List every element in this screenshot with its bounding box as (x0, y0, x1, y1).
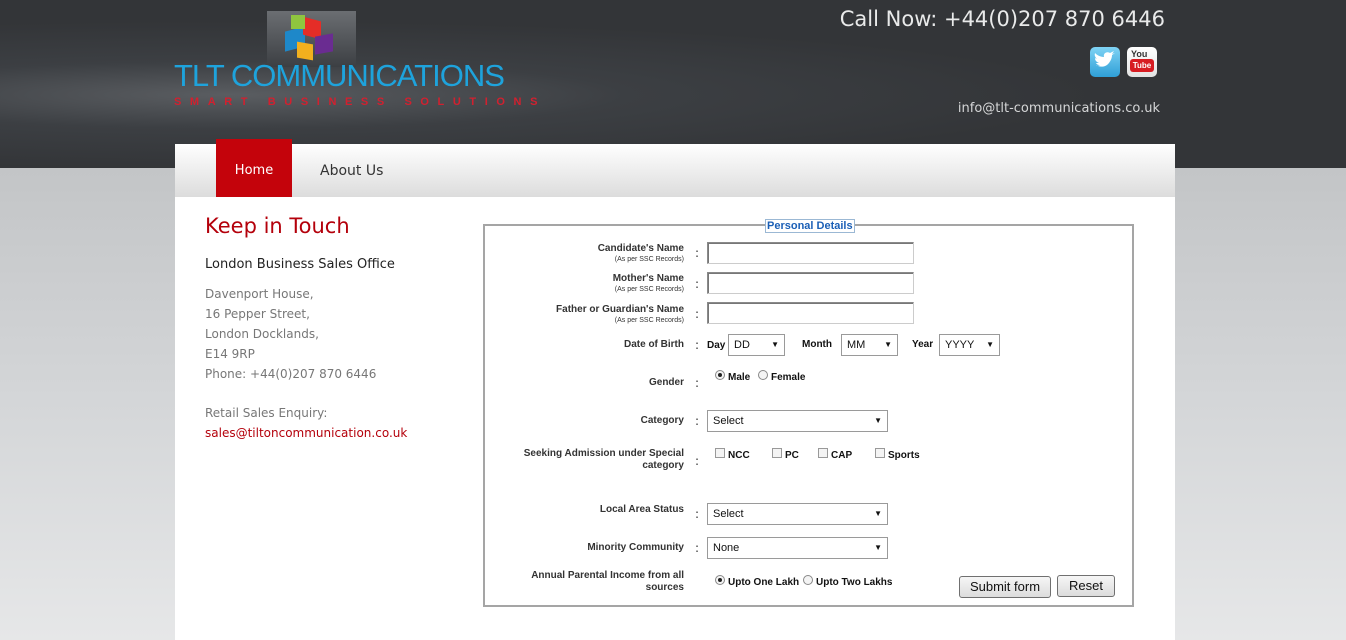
dob-day-label: Day (707, 340, 726, 351)
retail-email-link[interactable]: sales@tiltoncommunication.co.uk (205, 426, 407, 440)
sports-label: Sports (888, 450, 920, 461)
candidate-name-note: (As per SSC Records) (614, 256, 684, 263)
nav-item-about-us[interactable]: About Us (320, 144, 383, 197)
dob-month-select[interactable]: MM ▼ (841, 334, 898, 356)
youtube-icon[interactable]: You Tube (1127, 47, 1157, 77)
income-one-lakh-radio[interactable] (715, 575, 725, 585)
minority-select[interactable]: None ▼ (707, 537, 888, 559)
submit-button[interactable]: Submit form (959, 576, 1051, 598)
dob-year-label: Year (912, 339, 934, 350)
youtube-icon-top: You (1131, 49, 1148, 59)
main-content: Keep in Touch London Business Sales Offi… (175, 197, 1175, 640)
office-name: London Business Sales Office (205, 257, 395, 272)
address-line: Davenport House, (205, 287, 314, 301)
gender-male-radio[interactable] (715, 370, 725, 380)
cap-label: CAP (831, 450, 853, 461)
gender-label: Gender (648, 377, 684, 388)
call-now-text: Call Now: +44(0)207 870 6446 (839, 7, 1165, 31)
gender-female-radio[interactable] (758, 370, 768, 380)
reset-button[interactable]: Reset (1057, 575, 1115, 597)
dob-label: Date of Birth (624, 339, 684, 350)
dob-day-value: DD (734, 339, 750, 351)
phone-line: Phone: +44(0)207 870 6446 (205, 367, 377, 381)
father-name-label: Father or Guardian's Name (As per SSC Re… (556, 304, 684, 325)
pc-checkbox[interactable] (772, 448, 782, 458)
youtube-icon-bottom: Tube (1130, 59, 1154, 72)
colon: : (695, 454, 700, 468)
main-nav: Home About Us (175, 139, 1175, 197)
minority-value: None (713, 542, 740, 554)
contact-title: Keep in Touch (205, 214, 350, 238)
form-legend: Personal Details (765, 219, 855, 233)
category-select[interactable]: Select ▼ (707, 410, 888, 432)
twitter-icon[interactable] (1090, 47, 1120, 77)
colon: : (695, 277, 700, 291)
colon: : (695, 541, 700, 555)
local-area-value: Select (713, 508, 744, 520)
minority-label: Minority Community (587, 542, 684, 553)
colon: : (695, 307, 700, 321)
header-email-link[interactable]: info@tlt-communications.co.uk (958, 101, 1160, 116)
special-category-label-line1: Seeking Admission under Special (523, 448, 684, 459)
ncc-label: NCC (728, 450, 750, 461)
mother-name-label-text: Mother's Name (612, 273, 684, 284)
dob-year-value: YYYY (945, 339, 975, 351)
retail-label: Retail Sales Enquiry: (205, 406, 328, 420)
father-name-label-text: Father or Guardian's Name (556, 304, 684, 315)
header-bar: TLT COMMUNICATIONS SMART BUSINESS SOLUTI… (0, 0, 1346, 168)
local-area-label: Local Area Status (599, 504, 684, 515)
colon: : (695, 507, 700, 521)
brand-tagline: SMART BUSINESS SOLUTIONS (174, 96, 547, 108)
nav-item-home[interactable]: Home (216, 139, 292, 197)
chevron-down-icon: ▼ (874, 416, 882, 425)
category-value: Select (713, 415, 744, 427)
income-two-lakhs-label: Upto Two Lakhs (816, 577, 893, 588)
dob-month-value: MM (847, 339, 866, 351)
chevron-down-icon: ▼ (771, 340, 779, 349)
dob-year-select[interactable]: YYYY ▼ (939, 334, 1000, 356)
candidate-name-label-text: Candidate's Name (597, 243, 684, 254)
income-label-line2: sources (645, 582, 684, 593)
father-name-input[interactable] (707, 302, 914, 324)
income-two-lakhs-radio[interactable] (803, 575, 813, 585)
candidate-name-input[interactable] (707, 242, 914, 264)
chevron-down-icon: ▼ (874, 509, 882, 518)
address-line: London Docklands, (205, 327, 319, 341)
income-one-lakh-label: Upto One Lakh (728, 577, 800, 588)
brand-logo-text[interactable]: TLT COMMUNICATIONS (174, 58, 505, 94)
mother-name-input[interactable] (707, 272, 914, 294)
dob-month-label: Month (802, 339, 832, 350)
chevron-down-icon: ▼ (874, 543, 882, 552)
dob-day-select[interactable]: DD ▼ (728, 334, 785, 356)
colon: : (695, 376, 700, 390)
income-label-line1: Annual Parental Income from all (531, 570, 684, 581)
candidate-name-label: Candidate's Name (As per SSC Records) (598, 243, 684, 264)
colon: : (695, 246, 700, 260)
mother-name-label: Mother's Name (As per SSC Records) (613, 273, 684, 294)
address-line: 16 Pepper Street, (205, 307, 310, 321)
special-category-label: Seeking Admission under Special category (524, 448, 684, 472)
cap-checkbox[interactable] (818, 448, 828, 458)
mother-name-note: (As per SSC Records) (614, 286, 684, 293)
special-category-label-line2: category (642, 460, 684, 471)
gender-female-label: Female (771, 372, 806, 383)
income-label: Annual Parental Income from all sources (531, 570, 684, 594)
colon: : (695, 414, 700, 428)
personal-details-form: Personal Details Candidate's Name (As pe… (483, 219, 1134, 607)
pc-label: PC (785, 450, 799, 461)
chevron-down-icon: ▼ (884, 340, 892, 349)
chevron-down-icon: ▼ (986, 340, 994, 349)
category-label: Category (640, 415, 684, 426)
address-line: E14 9RP (205, 347, 255, 361)
local-area-select[interactable]: Select ▼ (707, 503, 888, 525)
ncc-checkbox[interactable] (715, 448, 725, 458)
sports-checkbox[interactable] (875, 448, 885, 458)
father-name-note: (As per SSC Records) (614, 317, 684, 324)
colon: : (695, 338, 700, 352)
gender-male-label: Male (728, 372, 751, 383)
